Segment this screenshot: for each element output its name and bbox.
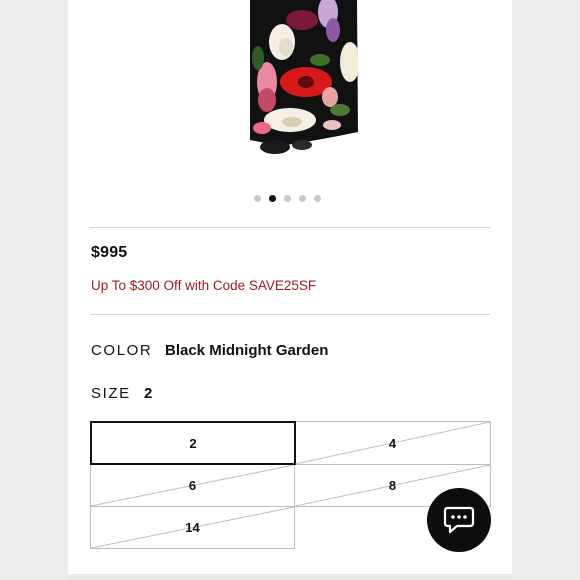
product-image[interactable] (180, 0, 360, 165)
chat-button[interactable] (427, 488, 491, 552)
size-option-label: 6 (188, 478, 197, 493)
divider (90, 227, 490, 228)
size-option-label: 2 (189, 435, 197, 451)
divider (90, 314, 490, 315)
size-option-2[interactable]: 2 (90, 421, 296, 465)
color-value: Black Midnight Garden (165, 342, 329, 359)
color-label: COLOR (91, 342, 153, 359)
carousel-dots (254, 195, 321, 205)
carousel-dot[interactable] (299, 195, 306, 202)
product-price: $995 (91, 244, 128, 261)
carousel-dot[interactable] (254, 195, 261, 202)
bottom-strip (68, 574, 512, 580)
size-option-label: 4 (388, 435, 397, 451)
size-value: 2 (144, 385, 153, 402)
chat-bubble-icon (443, 506, 475, 534)
size-option-14[interactable]: 14 (90, 506, 295, 549)
carousel-dot[interactable] (284, 195, 291, 202)
left-background (0, 0, 68, 580)
size-option-6[interactable]: 6 (90, 464, 295, 507)
size-label: SIZE (91, 385, 131, 402)
carousel-dot[interactable] (314, 195, 321, 202)
right-background (512, 0, 580, 580)
size-option-4[interactable]: 4 (294, 421, 491, 465)
promo-text: Up To $300 Off with Code SAVE25SF (91, 278, 317, 293)
size-option-label: 8 (388, 478, 397, 493)
size-option-label: 14 (185, 520, 200, 535)
carousel-dot-active[interactable] (269, 195, 276, 202)
